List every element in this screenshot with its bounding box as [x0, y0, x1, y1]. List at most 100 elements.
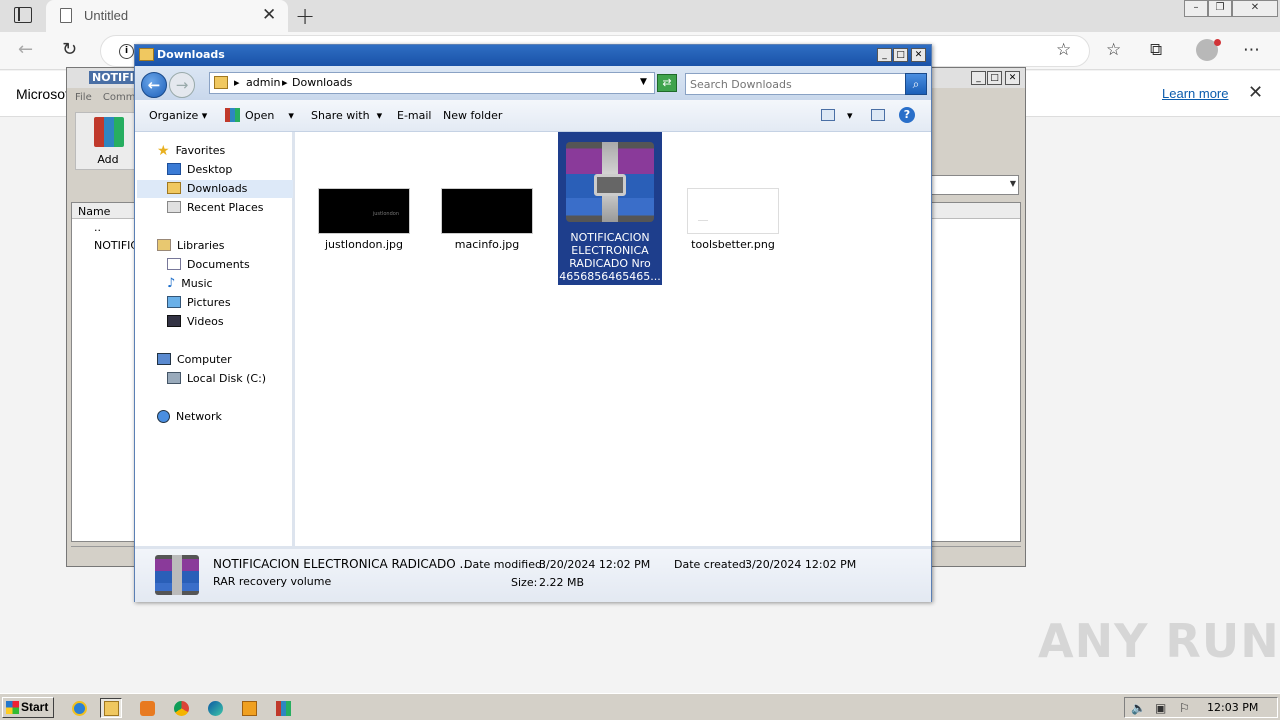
- search-input[interactable]: [690, 76, 900, 92]
- back-arrow-icon[interactable]: ←: [18, 39, 33, 60]
- explorer-address-box[interactable]: ▸ admin ▸ Downloads ▼: [209, 72, 655, 94]
- chevron-right-icon[interactable]: ▸: [282, 76, 288, 89]
- system-tray: 🔈 ▣ ⚐ 12:03 PM: [1124, 697, 1278, 718]
- infobar-close-icon[interactable]: ✕: [1248, 82, 1263, 103]
- volume-icon[interactable]: 🔈: [1131, 701, 1146, 715]
- explorer-maximize-button[interactable]: □: [893, 48, 908, 62]
- learn-more-link[interactable]: Learn more: [1162, 86, 1228, 101]
- info-icon[interactable]: i: [119, 44, 134, 59]
- start-button[interactable]: Start: [2, 697, 54, 718]
- winrar-close-button[interactable]: ✕: [1005, 71, 1020, 85]
- more-icon[interactable]: ⋯: [1243, 40, 1260, 60]
- details-pane: NOTIFICACION ELECTRONICA RADICADO ... RA…: [135, 546, 931, 602]
- back-button[interactable]: ←: [141, 72, 167, 98]
- preview-pane-icon[interactable]: [871, 109, 885, 121]
- add-favorite-icon[interactable]: ☆: [1056, 40, 1071, 60]
- winrar-add-label: Add: [97, 153, 119, 166]
- winrar-minimize-button[interactable]: _: [971, 71, 986, 85]
- star-icon: ★: [157, 143, 170, 159]
- forward-button[interactable]: →: [169, 72, 195, 98]
- flag-icon[interactable]: ⚐: [1179, 701, 1190, 715]
- date-created-value: 3/20/2024 12:02 PM: [745, 558, 857, 571]
- explorer-taskbar-icon[interactable]: [100, 698, 122, 718]
- breadcrumb-downloads[interactable]: Downloads: [292, 76, 352, 89]
- date-created-label: Date created:: [674, 558, 750, 571]
- nav-local-disk[interactable]: Local Disk (C:): [167, 370, 266, 388]
- outlook-taskbar-icon[interactable]: [238, 698, 260, 718]
- browser-maximize-button[interactable]: ❐: [1208, 0, 1232, 17]
- ie-taskbar-icon[interactable]: [68, 698, 90, 718]
- explorer-navbar: ← → ▸ admin ▸ Downloads ▼ ⇄ ⌕: [135, 66, 931, 100]
- nav-network[interactable]: Network: [157, 408, 222, 426]
- network-tray-icon[interactable]: ▣: [1155, 701, 1166, 715]
- explorer-close-button[interactable]: ✕: [911, 48, 926, 62]
- winrar-archive-icon: [566, 142, 654, 222]
- folder-icon: [214, 76, 228, 89]
- view-options-chevron-icon[interactable]: ▾: [847, 109, 853, 122]
- browser-tab[interactable]: Untitled ✕: [46, 0, 288, 32]
- chrome-taskbar-icon[interactable]: [170, 698, 192, 718]
- nav-favorites[interactable]: ★ Favorites: [157, 142, 225, 160]
- nav-libraries[interactable]: Libraries: [157, 237, 225, 255]
- collections-icon[interactable]: ⧉: [1150, 40, 1162, 60]
- nav-music[interactable]: ♪ Music: [167, 275, 213, 293]
- winrar-row-file[interactable]: NOTIFIC: [78, 239, 138, 252]
- nav-recent-places[interactable]: Recent Places: [167, 199, 264, 217]
- help-icon[interactable]: ?: [899, 107, 915, 123]
- nav-computer[interactable]: Computer: [157, 351, 232, 369]
- organize-button[interactable]: Organize ▾: [149, 109, 207, 122]
- chevron-right-icon[interactable]: ▸: [234, 76, 240, 89]
- computer-icon: [157, 353, 171, 365]
- refresh-button[interactable]: ⇄: [657, 74, 677, 92]
- winrar-row-parent[interactable]: ..: [78, 221, 101, 234]
- new-tab-button[interactable]: +: [295, 2, 315, 30]
- nav-desktop[interactable]: Desktop: [167, 161, 232, 179]
- search-box[interactable]: ⌕: [685, 73, 927, 95]
- nav-downloads[interactable]: Downloads: [137, 180, 293, 198]
- nav-documents[interactable]: Documents: [167, 256, 250, 274]
- edge-taskbar-icon[interactable]: [204, 698, 226, 718]
- winrar-path-dropdown[interactable]: [931, 175, 1019, 195]
- file-thumbnail: ____: [687, 188, 779, 234]
- file-list-pane: justlondon justlondon.jpg macinfo.jpg NO…: [298, 132, 931, 546]
- change-view-icon[interactable]: [821, 109, 835, 121]
- open-button[interactable]: Open ▾: [245, 109, 294, 122]
- file-item-justlondon[interactable]: justlondon justlondon.jpg: [312, 132, 416, 292]
- start-label: Start: [21, 700, 49, 714]
- favorites-icon[interactable]: ☆: [1106, 40, 1121, 60]
- tab-close-icon[interactable]: ✕: [262, 6, 276, 24]
- breadcrumb-admin[interactable]: admin: [246, 76, 280, 89]
- browser-close-button[interactable]: ✕: [1232, 0, 1278, 17]
- thumbnail-text: justlondon: [372, 211, 399, 217]
- profile-icon[interactable]: [1196, 39, 1221, 61]
- winrar-add-button[interactable]: Add: [75, 112, 141, 170]
- size-label: Size:: [511, 576, 538, 589]
- share-with-button[interactable]: Share with ▾: [311, 109, 382, 122]
- explorer-minimize-button[interactable]: _: [877, 48, 892, 62]
- file-item-macinfo[interactable]: macinfo.jpg: [435, 132, 539, 292]
- media-player-taskbar-icon[interactable]: [136, 698, 158, 718]
- file-item-toolsbetter[interactable]: ____ toolsbetter.png: [681, 132, 785, 292]
- chevron-down-icon[interactable]: ▼: [640, 77, 647, 87]
- winrar-menu[interactable]: File Comm: [75, 92, 136, 103]
- details-file-type: RAR recovery volume: [213, 575, 332, 588]
- libraries-icon: [157, 239, 171, 251]
- nav-pictures[interactable]: Pictures: [167, 294, 231, 312]
- browser-minimize-button[interactable]: –: [1184, 0, 1208, 17]
- music-icon: ♪: [167, 276, 176, 291]
- refresh-icon[interactable]: ↻: [62, 39, 77, 60]
- nav-videos[interactable]: Videos: [167, 313, 224, 331]
- winrar-maximize-button[interactable]: □: [987, 71, 1002, 85]
- winrar-taskbar-icon[interactable]: [272, 698, 294, 718]
- file-name: toolsbetter.png: [691, 238, 775, 251]
- tab-title: Untitled: [84, 8, 129, 23]
- new-folder-button[interactable]: New folder: [443, 109, 502, 122]
- clock[interactable]: 12:03 PM: [1207, 701, 1258, 714]
- search-icon[interactable]: ⌕: [905, 73, 927, 95]
- nav-label: Libraries: [177, 239, 225, 252]
- tab-actions-icon[interactable]: [14, 7, 32, 23]
- file-item-notificacion[interactable]: NOTIFICACION ELECTRONICA RADICADO Nro 46…: [558, 132, 662, 285]
- anyrun-watermark: ANY RUN: [1038, 614, 1280, 668]
- email-button[interactable]: E-mail: [397, 109, 432, 122]
- pictures-icon: [167, 296, 181, 308]
